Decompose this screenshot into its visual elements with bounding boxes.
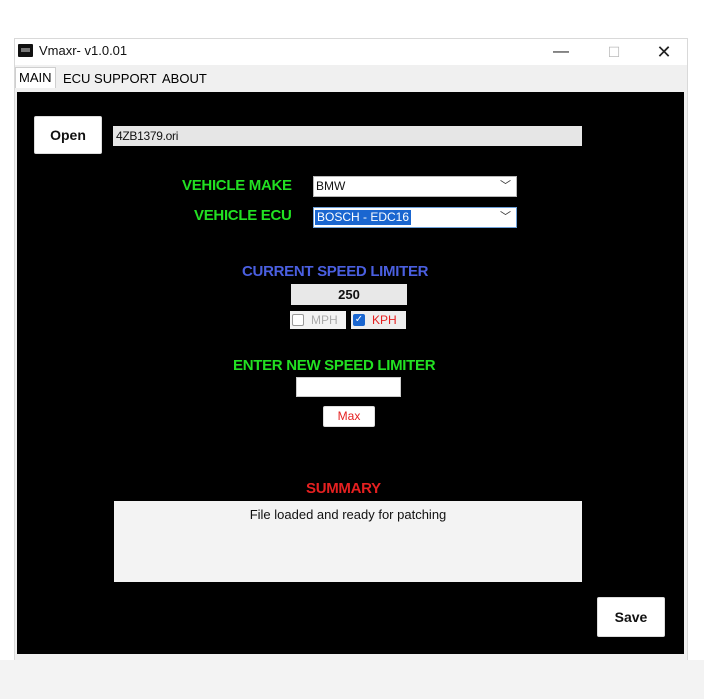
close-icon[interactable]: ✕: [641, 39, 687, 65]
main-panel: Open 4ZB1379.ori VEHICLE MAKE BMW ﹀ VEHI…: [17, 92, 684, 654]
minimize-icon[interactable]: —: [538, 39, 584, 65]
save-button[interactable]: Save: [597, 597, 665, 637]
chevron-down-icon[interactable]: ﹀: [500, 177, 511, 196]
current-speed-limiter-value: 250: [291, 284, 407, 305]
vehicle-ecu-label: VEHICLE ECU: [194, 207, 292, 224]
tab-about[interactable]: ABOUT: [159, 69, 210, 89]
summary-label: SUMMARY: [306, 480, 381, 497]
checkmark-icon: ✓: [353, 314, 365, 326]
maximize-icon[interactable]: ☐: [591, 39, 637, 65]
vehicle-make-value: BMW: [316, 179, 346, 193]
kph-checkbox[interactable]: ✓ KPH: [351, 311, 406, 329]
tab-main[interactable]: MAIN: [15, 67, 56, 88]
vehicle-make-select[interactable]: BMW ﹀: [313, 176, 517, 197]
checkbox-unchecked-icon: [292, 314, 304, 326]
new-speed-limiter-input[interactable]: [296, 377, 401, 397]
app-window: Vmaxr- v1.0.01 — ☐ ✕ MAIN ECU SUPPORT AB…: [14, 38, 688, 662]
mph-label: MPH: [311, 313, 338, 327]
vehicle-make-label: VEHICLE MAKE: [182, 177, 292, 194]
vehicle-ecu-select[interactable]: BOSCH - EDC16 ﹀: [313, 207, 517, 228]
vehicle-ecu-value: BOSCH - EDC16: [315, 210, 412, 225]
file-path-field[interactable]: 4ZB1379.ori: [113, 126, 582, 146]
tab-strip: MAIN ECU SUPPORT ABOUT: [15, 66, 687, 90]
mph-checkbox[interactable]: MPH: [290, 311, 346, 329]
window-title: Vmaxr- v1.0.01: [39, 43, 128, 58]
tab-ecu-support[interactable]: ECU SUPPORT: [60, 69, 160, 89]
background-strip: [0, 660, 704, 699]
kph-label: KPH: [372, 313, 397, 327]
app-logo-icon: [18, 44, 33, 57]
new-speed-limiter-label: ENTER NEW SPEED LIMITER: [233, 357, 436, 374]
current-speed-limiter-label: CURRENT SPEED LIMITER: [242, 263, 429, 280]
chevron-down-icon[interactable]: ﹀: [500, 208, 511, 227]
summary-box: File loaded and ready for patching: [114, 501, 582, 582]
summary-text: File loaded and ready for patching: [249, 507, 447, 522]
max-button[interactable]: Max: [323, 406, 375, 427]
title-bar: Vmaxr- v1.0.01 — ☐ ✕: [15, 39, 687, 65]
open-button[interactable]: Open: [34, 116, 102, 154]
